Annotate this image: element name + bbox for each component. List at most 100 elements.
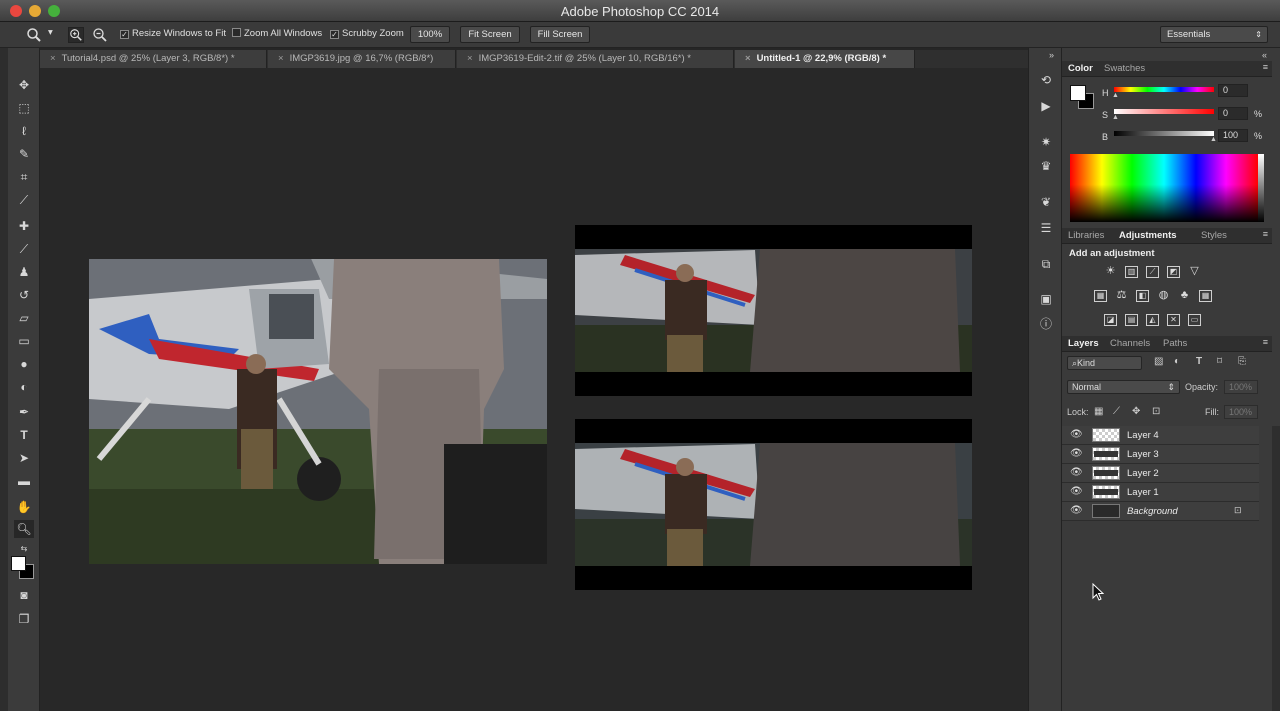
scrubby-zoom-checkbox[interactable]: ✓ Scrubby Zoom — [330, 28, 404, 39]
quick-mask-icon[interactable]: ◙ — [14, 586, 34, 604]
info-icon[interactable]: ⓘ — [1038, 316, 1054, 332]
gradient-map-icon[interactable]: ▭ — [1188, 314, 1201, 326]
eraser-tool-icon[interactable]: ▱ — [14, 309, 34, 327]
spot-healing-tool-icon[interactable]: ✚ — [14, 217, 34, 235]
visibility-eye-icon[interactable]: 👁 — [1070, 448, 1083, 459]
dodge-tool-icon[interactable]: ◐ — [14, 378, 34, 396]
pen-tool-icon[interactable]: ✒ — [14, 403, 34, 421]
lock-all-icon[interactable]: ⊡ — [1152, 406, 1160, 417]
lock-transparent-icon[interactable]: ▦ — [1094, 406, 1103, 417]
tool-preset-dropdown-icon[interactable]: ▾ — [48, 27, 53, 38]
brightness-value-field[interactable]: 100 — [1218, 129, 1248, 142]
slider-thumb-icon[interactable]: ▲ — [1112, 92, 1119, 99]
clone-stamp-tool-icon[interactable]: ♟ — [14, 263, 34, 281]
slider-thumb-icon[interactable]: ▲ — [1210, 136, 1217, 143]
close-tab-icon[interactable]: × — [467, 53, 473, 64]
visibility-eye-icon[interactable]: 👁 — [1070, 505, 1083, 516]
fit-screen-button[interactable]: Fit Screen — [460, 26, 520, 43]
layer-row[interactable]: 👁 Layer 4 — [1062, 426, 1259, 445]
zoom-tool-icon[interactable] — [26, 27, 42, 43]
tab-channels[interactable]: Channels — [1110, 338, 1150, 349]
zoom-out-icon[interactable] — [92, 27, 108, 43]
document-canvas[interactable] — [40, 68, 1028, 711]
document-tab[interactable]: × IMGP3619.jpg @ 16,7% (RGB/8*) — [268, 50, 456, 68]
panel-menu-icon[interactable]: ≡ — [1263, 62, 1268, 72]
lasso-tool-icon[interactable]: ℓ — [14, 122, 34, 140]
close-tab-icon[interactable]: × — [50, 53, 56, 64]
vibrance-icon[interactable]: ▽ — [1188, 266, 1201, 278]
clone-source-icon[interactable]: ⧉ — [1038, 256, 1054, 272]
fill-screen-button[interactable]: Fill Screen — [530, 26, 590, 43]
tab-adjustments[interactable]: Adjustments — [1119, 230, 1177, 241]
zoom-100-button[interactable]: 100% — [410, 26, 450, 43]
rectangle-tool-icon[interactable]: ▬ — [14, 472, 34, 490]
workspace-switcher[interactable]: Essentials ⇕ — [1160, 26, 1268, 43]
exposure-icon[interactable]: ◩ — [1167, 266, 1180, 278]
layers-scrollbar[interactable] — [1272, 426, 1280, 711]
filter-pixel-icon[interactable]: ▨ — [1154, 356, 1163, 367]
zoom-in-icon[interactable] — [68, 27, 84, 43]
marquee-tool-icon[interactable]: ⬚ — [14, 99, 34, 117]
color-foreground-swatch[interactable] — [1070, 85, 1086, 101]
fill-field[interactable]: 100% — [1224, 405, 1258, 419]
channel-mixer-icon[interactable]: ♣ — [1178, 290, 1191, 302]
collapse-dock-icon[interactable]: » — [1049, 50, 1054, 60]
zoom-all-windows-checkbox[interactable]: Zoom All Windows — [232, 28, 322, 39]
visibility-eye-icon[interactable]: 👁 — [1070, 467, 1083, 478]
lock-image-icon[interactable]: ⟋ — [1113, 406, 1120, 417]
document-tab[interactable]: × IMGP3619-Edit-2.tif @ 25% (Layer 10, RG… — [457, 50, 734, 68]
layer-comps-icon[interactable]: ▣ — [1038, 291, 1054, 307]
gradient-tool-icon[interactable]: ▭ — [14, 332, 34, 350]
filter-shape-icon[interactable]: ⌑ — [1217, 356, 1222, 367]
color-lookup-icon[interactable]: ▦ — [1199, 290, 1212, 302]
brush-presets-icon[interactable]: ❦ — [1038, 194, 1054, 210]
invert-icon[interactable]: ◪ — [1104, 314, 1117, 326]
hue-value-field[interactable]: 0 — [1218, 84, 1248, 97]
collapse-panels-icon[interactable]: « — [1262, 50, 1267, 60]
tab-paths[interactable]: Paths — [1163, 338, 1187, 349]
layer-filter-dropdown[interactable]: ⌕Kind — [1067, 356, 1142, 370]
close-tab-icon[interactable]: × — [278, 53, 284, 64]
tab-color[interactable]: Color — [1068, 63, 1093, 74]
document-tab[interactable]: × Tutorial4.psd @ 25% (Layer 3, RGB/8*) * — [40, 50, 267, 68]
saturation-value-field[interactable]: 0 — [1218, 107, 1248, 120]
opacity-field[interactable]: 100% — [1224, 380, 1258, 394]
visibility-eye-icon[interactable]: 👁 — [1070, 486, 1083, 497]
document-tab-active[interactable]: × Untitled-1 @ 22,9% (RGB/8) * — [735, 50, 915, 68]
tab-layers[interactable]: Layers — [1068, 338, 1099, 349]
history-brush-tool-icon[interactable]: ↺ — [14, 286, 34, 304]
curves-icon[interactable]: ⟋ — [1146, 266, 1159, 278]
white-black-ramp[interactable] — [1258, 154, 1264, 222]
quick-selection-tool-icon[interactable]: ✎ — [14, 145, 34, 163]
brush-tool-icon[interactable]: ⟋ — [14, 240, 34, 258]
visibility-eye-icon[interactable]: 👁 — [1070, 429, 1083, 440]
color-spectrum-ramp[interactable] — [1070, 154, 1258, 222]
filter-type-icon[interactable]: T — [1196, 356, 1202, 367]
color-balance-icon[interactable]: ⚖ — [1115, 290, 1128, 302]
close-tab-icon[interactable]: × — [745, 53, 751, 64]
tab-styles[interactable]: Styles — [1201, 230, 1227, 241]
panel-menu-icon[interactable]: ≡ — [1263, 337, 1268, 347]
saturation-slider[interactable] — [1114, 109, 1214, 114]
layer-row[interactable]: 👁 Layer 2 — [1062, 464, 1259, 483]
blur-tool-icon[interactable]: ● — [14, 355, 34, 373]
history-icon[interactable]: ⟲ — [1038, 72, 1054, 88]
brush-settings-icon[interactable]: ☰ — [1038, 220, 1054, 236]
tab-libraries[interactable]: Libraries — [1068, 230, 1104, 241]
threshold-icon[interactable]: ◭ — [1146, 314, 1159, 326]
levels-adjust-icon[interactable]: ▥ — [1125, 266, 1138, 278]
crop-tool-icon[interactable]: ⌗ — [14, 168, 34, 186]
type-tool-icon[interactable]: T — [14, 426, 34, 444]
hue-slider[interactable] — [1114, 87, 1214, 92]
foreground-color-swatch[interactable] — [11, 556, 26, 571]
posterize-icon[interactable]: ▤ — [1125, 314, 1138, 326]
screen-mode-icon[interactable]: ❐ — [14, 610, 34, 628]
brightness-slider[interactable] — [1114, 131, 1214, 136]
filter-adjustment-icon[interactable]: ◐ — [1174, 356, 1180, 367]
hue-saturation-icon[interactable]: ▦ — [1094, 290, 1107, 302]
tab-swatches[interactable]: Swatches — [1104, 63, 1145, 74]
actions-play-icon[interactable]: ▶ — [1038, 98, 1054, 114]
photo-filter-icon[interactable]: ◍ — [1157, 290, 1170, 302]
lock-position-icon[interactable]: ✥ — [1132, 406, 1140, 417]
path-selection-tool-icon[interactable]: ➤ — [14, 449, 34, 467]
